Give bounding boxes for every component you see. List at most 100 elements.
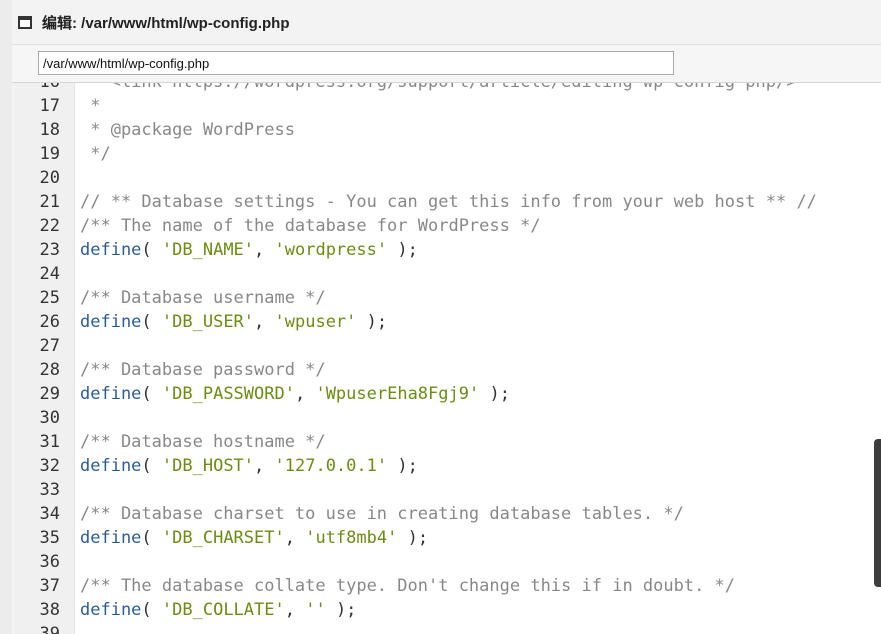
code-line[interactable]: 30 [14, 406, 881, 430]
line-code: */ [80, 142, 111, 166]
line-number: 19 [39, 144, 60, 164]
line-number: 37 [39, 576, 60, 596]
code-line[interactable]: 37 /** The database collate type. Don't c… [14, 574, 881, 598]
code-token-punc: , [254, 312, 275, 332]
code-token-string: 'DB_USER' [161, 312, 255, 332]
code-token-punc: , [254, 456, 275, 476]
code-line[interactable]: 18 * @package WordPress [14, 118, 881, 142]
line-code: /** The name of the database for WordPre… [80, 214, 541, 238]
code-token-string: 'DB_COLLATE' [161, 600, 285, 620]
code-line[interactable]: 24 [14, 262, 881, 286]
line-code: define( 'DB_HOST', '127.0.0.1' ); [80, 454, 418, 478]
code-token-comment: // ** Database settings - You can get th… [80, 192, 817, 212]
window-title: 编辑: /var/www/html/wp-config.php [42, 14, 290, 32]
code-line[interactable]: 19 */ [14, 142, 881, 166]
code-line[interactable]: 36 [14, 550, 881, 574]
code-line[interactable]: 38 define( 'DB_COLLATE', '' ); [14, 598, 881, 622]
code-token-comment: /** Database hostname */ [80, 432, 326, 452]
code-line[interactable]: 33 [14, 478, 881, 502]
code-token-comment: */ [80, 144, 111, 164]
code-token-string: 'DB_NAME' [161, 240, 255, 260]
code-line[interactable]: 35 define( 'DB_CHARSET', 'utf8mb4' ); [14, 526, 881, 550]
file-path-input[interactable] [38, 51, 674, 75]
code-line[interactable]: 26 define( 'DB_USER', 'wpuser' ); [14, 310, 881, 334]
code-token-string: 'wordpress' [274, 240, 388, 260]
code-token-punc: , [284, 600, 306, 620]
code-line[interactable]: 21 // ** Database settings - You can get … [14, 190, 881, 214]
line-number: 22 [39, 216, 60, 236]
code-line[interactable]: 27 [14, 334, 881, 358]
line-number: 39 [39, 624, 60, 634]
code-token-func: define [80, 456, 142, 476]
code-token-comment: * [80, 96, 101, 116]
line-number: 21 [39, 192, 60, 212]
code-line[interactable]: 16 * <link https://wordpress.org/support… [14, 83, 881, 94]
code-token-func: define [80, 528, 142, 548]
line-number: 24 [39, 264, 60, 284]
line-code: define( 'DB_CHARSET', 'utf8mb4' ); [80, 526, 428, 550]
window-icon [18, 15, 32, 29]
line-code: /** Database username */ [80, 286, 326, 310]
code-token-punc: ); [479, 384, 510, 404]
code-token-string: 'wpuser' [274, 312, 357, 332]
code-token-punc: ( [141, 384, 162, 404]
code-token-punc: ); [325, 600, 357, 620]
code-token-comment: /** The database collate type. Don't cha… [80, 576, 736, 596]
code-token-punc: , [294, 384, 316, 404]
line-number: 27 [39, 336, 60, 356]
code-token-string: 'utf8mb4' [305, 528, 398, 548]
code-token-string: '' [305, 600, 326, 620]
code-line[interactable]: 34 /** Database charset to use in creatin… [14, 502, 881, 526]
code-token-punc: ( [141, 528, 162, 548]
line-number: 32 [39, 456, 60, 476]
code-token-string: 'DB_HOST' [161, 456, 255, 476]
line-code: define( 'DB_COLLATE', '' ); [80, 598, 356, 622]
code-token-comment: /** Database username */ [80, 288, 326, 308]
line-number: 34 [39, 504, 60, 524]
code-token-string: 'DB_PASSWORD' [161, 384, 295, 404]
code-line[interactable]: 23 define( 'DB_NAME', 'wordpress' ); [14, 238, 881, 262]
code-token-punc: ); [387, 240, 418, 260]
code-token-func: define [80, 600, 142, 620]
line-number: 29 [39, 384, 60, 404]
code-line[interactable]: 32 define( 'DB_HOST', '127.0.0.1' ); [14, 454, 881, 478]
code-token-string: 'DB_CHARSET' [161, 528, 285, 548]
line-number: 18 [39, 120, 60, 140]
line-code: define( 'DB_NAME', 'wordpress' ); [80, 238, 418, 262]
code-line[interactable]: 39 [14, 622, 881, 634]
code-token-func: define [80, 384, 142, 404]
line-number: 31 [39, 432, 60, 452]
path-bar [12, 45, 881, 83]
line-code: /** The database collate type. Don't cha… [80, 574, 735, 598]
code-token-comment: * <link https://wordpress.org/support/ar… [80, 83, 796, 92]
title-bar[interactable]: 编辑: /var/www/html/wp-config.php [12, 0, 881, 45]
code-editor[interactable]: 16 * <link https://wordpress.org/support… [14, 83, 881, 634]
line-number: 28 [39, 360, 60, 380]
code-line[interactable]: 31 /** Database hostname */ [14, 430, 881, 454]
line-number: 35 [39, 528, 60, 548]
code-line[interactable]: 28 /** Database password */ [14, 358, 881, 382]
line-code: // ** Database settings - You can get th… [80, 190, 817, 214]
line-code: /** Database charset to use in creating … [80, 502, 684, 526]
line-number: 17 [39, 96, 60, 116]
code-line[interactable]: 29 define( 'DB_PASSWORD', 'WpuserEha8Fgj9… [14, 382, 881, 406]
code-token-punc: , [254, 240, 275, 260]
code-token-punc: ); [356, 312, 388, 332]
code-token-string: '127.0.0.1' [274, 456, 388, 476]
code-token-comment: /** Database charset to use in creating … [80, 504, 684, 524]
code-line[interactable]: 25 /** Database username */ [14, 286, 881, 310]
code-token-punc: ( [141, 240, 162, 260]
line-number: 20 [39, 168, 60, 188]
code-line[interactable]: 17 * [14, 94, 881, 118]
line-number: 25 [39, 288, 60, 308]
code-line[interactable]: 22 /** The name of the database for WordP… [14, 214, 881, 238]
code-line[interactable]: 20 [14, 166, 881, 190]
code-token-comment: /** The name of the database for WordPre… [80, 216, 541, 236]
line-number: 26 [39, 312, 60, 332]
line-number: 33 [39, 480, 60, 500]
vertical-scrollbar-thumb[interactable] [874, 439, 881, 587]
code-token-comment: * @package WordPress [80, 120, 295, 140]
line-code: define( 'DB_USER', 'wpuser' ); [80, 310, 387, 334]
code-token-func: define [80, 312, 142, 332]
line-code: * <link https://wordpress.org/support/ar… [80, 83, 796, 94]
